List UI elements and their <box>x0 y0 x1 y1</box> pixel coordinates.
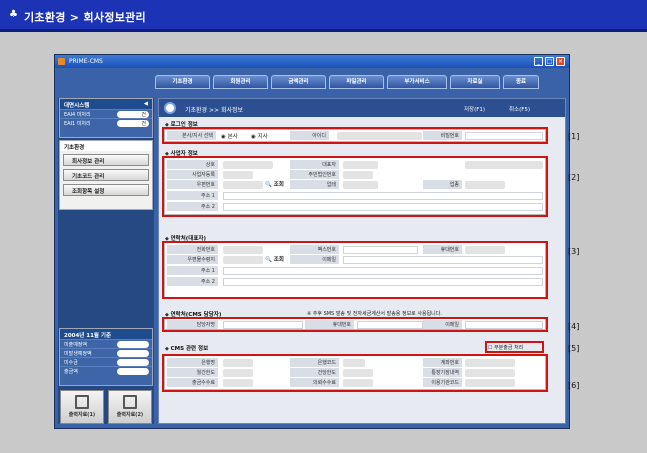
printer-icon <box>75 395 89 409</box>
printer-icon <box>123 395 137 409</box>
query-settings-button[interactable]: 조회항목 설정 <box>63 184 149 196</box>
tab-basic-env[interactable]: 기초환경 <box>155 75 210 89</box>
callout-5: [5] <box>568 344 580 353</box>
company-info-button[interactable]: 회사정보 관리 <box>63 154 149 166</box>
sidebar: 대면시스템 ◀ EAI4 미처리 건 EAI1 미처리 건 기초환경 회사정보 관리 … <box>58 98 154 424</box>
speaker-icon: ◀ <box>143 101 148 107</box>
stats-row: 출금액 <box>60 366 152 375</box>
app-icon <box>58 58 65 65</box>
page-header: ♣ 기초환경 > 회사정보관리 <box>0 0 647 32</box>
window-title: PRIME-CMS <box>69 58 103 65</box>
highlight-3 <box>162 241 548 299</box>
callout-2: [2] <box>568 173 580 182</box>
tab-exit[interactable]: 종료 <box>503 75 539 89</box>
breadcrumb: 기초환경 >> 회사정보 <box>185 107 244 114</box>
save-button[interactable]: 저장(F1) <box>464 105 485 113</box>
club-icon: ♣ <box>9 9 18 20</box>
page-title: 기초환경 > 회사정보관리 <box>24 11 146 24</box>
top-menu: 기초환경 회원관리 금액관리 파일관리 부가서비스 자료실 종료 <box>55 68 569 98</box>
highlight-5 <box>485 341 544 353</box>
cms-info-section-title: CMS 관련 정보 <box>165 344 209 352</box>
print-1-button[interactable]: 출력자료(1) <box>60 390 104 424</box>
callout-1: [1] <box>568 132 580 141</box>
content-area: 기초환경 >> 회사정보 저장(F1) 취소(F5) 로그인 정보 본사/지사 … <box>158 98 566 424</box>
maximize-button[interactable]: □ <box>545 57 554 66</box>
system-panel-title: 대면시스템 ◀ <box>60 99 152 109</box>
breadcrumb-bar: 기초환경 >> 회사정보 저장(F1) 취소(F5) <box>159 99 565 117</box>
sms-note: ※ 추후 SMS 발송 및 전자세금계산서 발송용 정보로 사용됩니다. <box>307 311 442 317</box>
app-window: PRIME-CMS _ □ × 기초환경 회원관리 금액관리 파일관리 부가서비… <box>54 54 570 429</box>
stats-row: 미발생예정액 <box>60 348 152 357</box>
highlight-4 <box>162 317 548 332</box>
basic-code-button[interactable]: 기초코드 관리 <box>63 169 149 181</box>
callout-6: [6] <box>568 381 580 390</box>
system-panel: 대면시스템 ◀ EAI4 미처리 건 EAI1 미처리 건 <box>59 98 153 138</box>
highlight-2 <box>162 156 548 217</box>
highlight-1 <box>162 127 548 144</box>
stats-row: 미수금 <box>60 357 152 366</box>
tab-members[interactable]: 회원관리 <box>213 75 268 89</box>
print-2-button[interactable]: 출력자료(2) <box>108 390 152 424</box>
minimize-button[interactable]: _ <box>534 57 543 66</box>
tab-library[interactable]: 자료실 <box>450 75 500 89</box>
stats-panel: 2004년 11월 기준 미출예정액 미발생예정액 미수금 출금액 <box>59 328 153 386</box>
callout-3: [3] <box>568 247 580 256</box>
stats-row: 미출예정액 <box>60 339 152 348</box>
stats-panel-title: 2004년 11월 기준 <box>60 329 152 339</box>
system-row: EAI4 미처리 건 <box>60 109 152 118</box>
system-row: EAI1 미처리 건 <box>60 118 152 127</box>
tab-amounts[interactable]: 금액관리 <box>271 75 326 89</box>
tab-extra-services[interactable]: 부가서비스 <box>387 75 447 89</box>
gear-icon <box>164 102 176 114</box>
close-button[interactable]: × <box>556 57 565 66</box>
cancel-button[interactable]: 취소(F5) <box>509 105 530 113</box>
print-buttons: 출력자료(1) 출력자료(2) <box>60 390 152 424</box>
callout-4: [4] <box>568 322 580 331</box>
tab-files[interactable]: 파일관리 <box>329 75 384 89</box>
env-panel-title: 기초환경 <box>60 141 152 151</box>
window-titlebar: PRIME-CMS _ □ × <box>55 55 569 68</box>
highlight-6 <box>162 354 548 392</box>
env-panel: 기초환경 회사정보 관리 기초코드 관리 조회항목 설정 <box>59 140 153 210</box>
